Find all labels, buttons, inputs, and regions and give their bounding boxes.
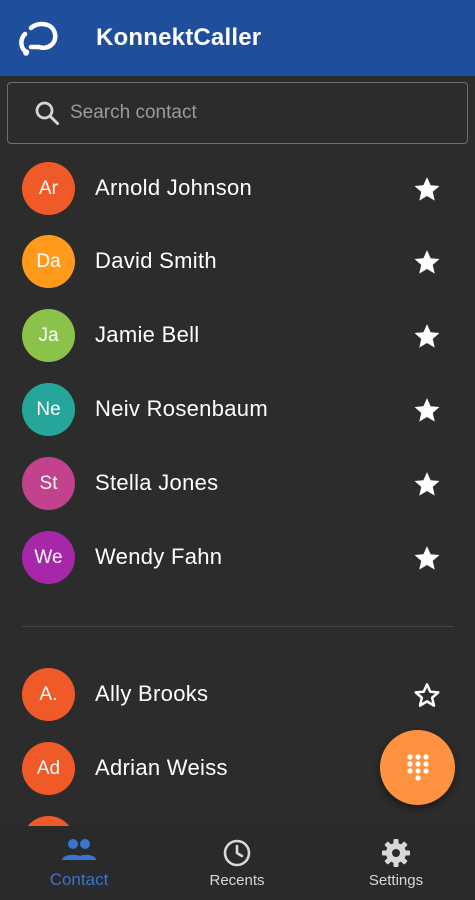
star-filled-icon[interactable] — [412, 321, 442, 351]
contact-row-stella-jones[interactable]: St Stella Jones — [0, 449, 475, 519]
avatar: St — [22, 457, 75, 510]
bottom-navigation: Contact Recents Settings — [0, 826, 475, 900]
contact-name: Wendy Fahn — [95, 544, 223, 569]
star-filled-icon[interactable] — [412, 174, 442, 204]
people-icon — [62, 839, 96, 860]
nav-label-contact: Contact — [49, 870, 109, 889]
gear-icon — [382, 839, 410, 867]
dialpad-button[interactable] — [380, 730, 455, 805]
contact-name: Stella Jones — [95, 470, 219, 495]
clock-icon — [223, 839, 251, 867]
search-input[interactable] — [70, 93, 450, 133]
contact-row-david-smith[interactable]: Da David Smith — [0, 227, 475, 297]
konnekt-logo-icon — [19, 21, 58, 56]
dialpad-icon — [406, 753, 429, 781]
contact-name: David Smith — [95, 248, 217, 273]
star-filled-icon[interactable] — [412, 247, 442, 277]
contact-row-jamie-bell[interactable]: Ja Jamie Bell — [0, 301, 475, 371]
nav-contact[interactable]: Contact — [0, 826, 158, 900]
star-filled-icon[interactable] — [412, 469, 442, 499]
avatar: Ne — [22, 383, 75, 436]
search-bar[interactable] — [7, 82, 468, 144]
avatar: A. — [22, 668, 75, 721]
nav-settings[interactable]: Settings — [317, 826, 475, 900]
favorites-divider — [22, 626, 454, 627]
nav-recents[interactable]: Recents — [158, 826, 316, 900]
nav-label-recents: Recents — [209, 872, 265, 889]
search-icon — [35, 101, 59, 125]
avatar: Ar — [22, 162, 75, 215]
contact-row-ally-brooks[interactable]: A. Ally Brooks — [0, 660, 475, 730]
star-filled-icon[interactable] — [412, 543, 442, 573]
star-filled-icon[interactable] — [412, 395, 442, 425]
contact-name: Neiv Rosenbaum — [95, 396, 268, 421]
star-outline-icon[interactable] — [412, 680, 442, 710]
nav-label-settings: Settings — [368, 872, 424, 889]
app-bar: KonnektCaller — [0, 0, 475, 76]
avatar: Ja — [22, 309, 75, 362]
contact-row-arnold-johnson[interactable]: Ar Arnold Johnson — [0, 154, 475, 224]
contact-row-neiv-rosenbaum[interactable]: Ne Neiv Rosenbaum — [0, 375, 475, 445]
app-title: KonnektCaller — [96, 24, 262, 51]
contact-name: Jamie Bell — [95, 322, 200, 347]
avatar: Ad — [22, 742, 75, 795]
app-root: KonnektCaller Ar Arnold Johnson Da David… — [0, 0, 475, 900]
contact-name: Adrian Weiss — [95, 755, 228, 780]
avatar: We — [22, 531, 75, 584]
contact-name: Ally Brooks — [95, 681, 209, 706]
contact-name: Arnold Johnson — [95, 175, 253, 200]
contact-row-wendy-fahn[interactable]: We Wendy Fahn — [0, 523, 475, 593]
avatar: Da — [22, 235, 75, 288]
